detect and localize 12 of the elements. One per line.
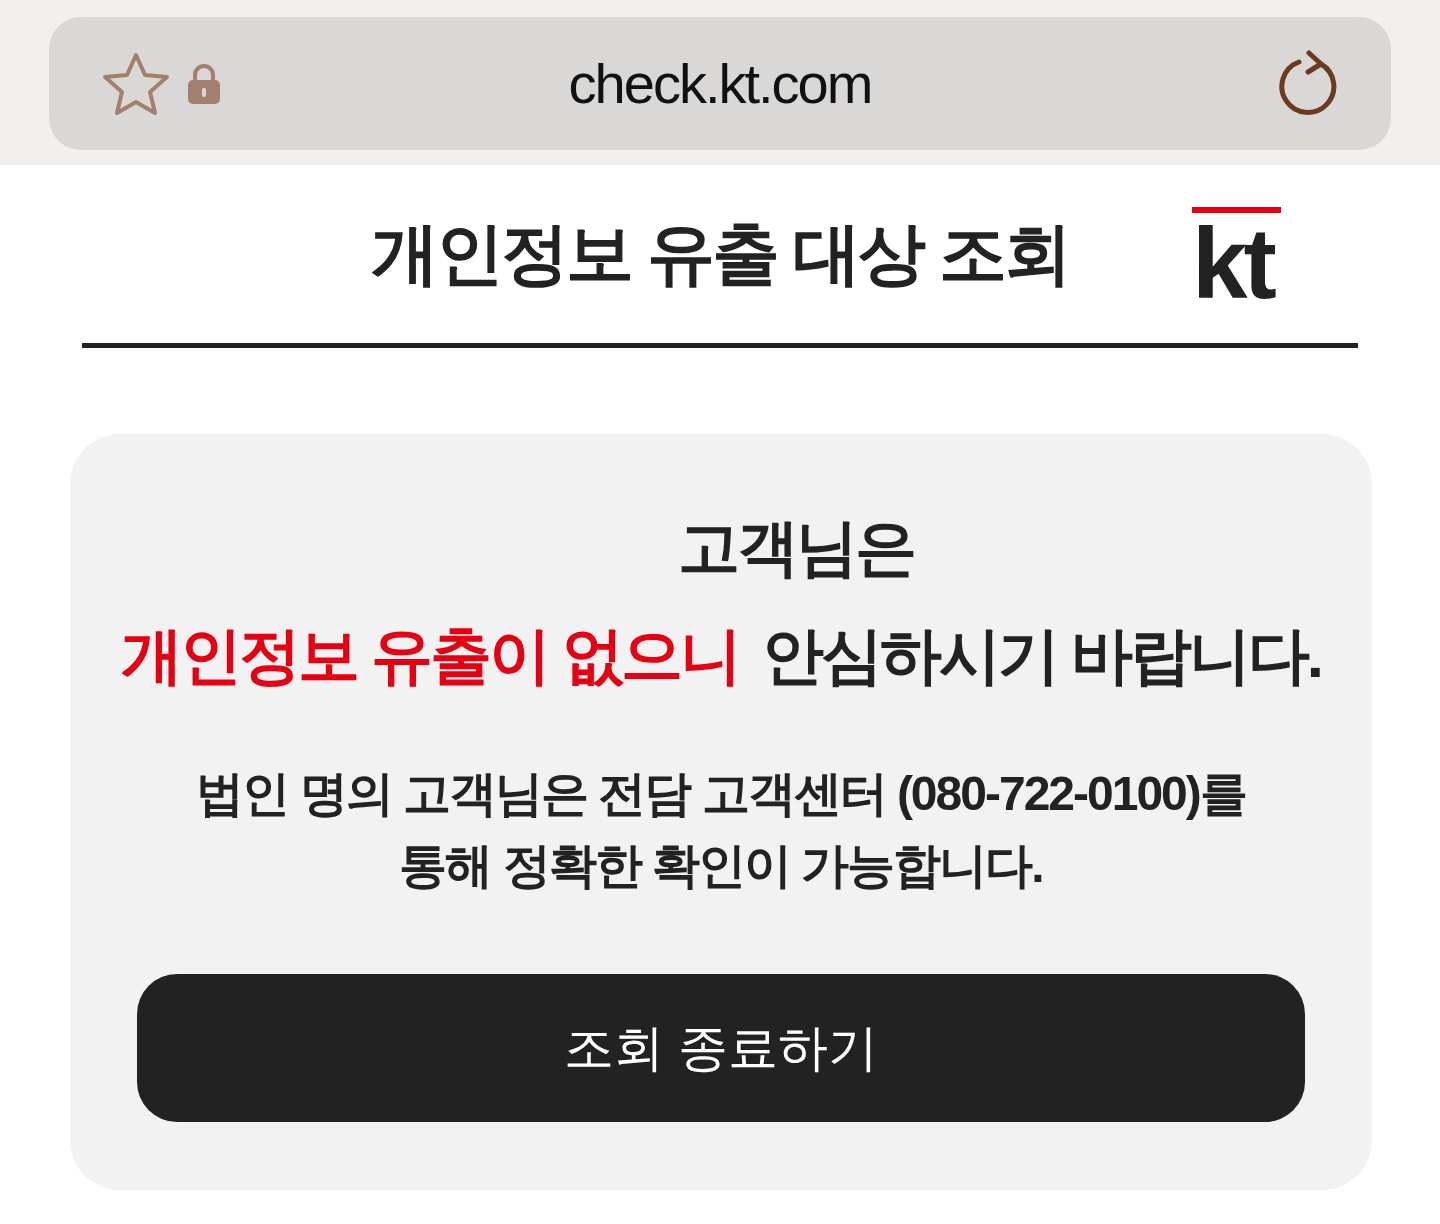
url-text[interactable]: check.kt.com xyxy=(568,51,872,116)
star-icon[interactable] xyxy=(101,50,171,117)
close-inquiry-button[interactable]: 조회 종료하기 xyxy=(137,974,1305,1122)
reload-icon[interactable] xyxy=(1277,49,1339,118)
message-text: 안심하시기 바랍니다. xyxy=(761,620,1321,692)
kt-logo: kt xyxy=(1192,207,1281,319)
page-title: 개인정보 유출 대상 조회 xyxy=(371,213,1069,293)
greeting-text: 고객님은 xyxy=(678,512,914,584)
highlight-text: 개인정보 유출이 없으니 xyxy=(121,620,740,692)
address-bar[interactable]: check.kt.com xyxy=(49,17,1391,150)
lock-icon xyxy=(187,62,221,105)
detail-text: 법인 명의 고객님은 전담 고객센터 (080-722-0100)를 통해 정확한 확인이 가능합니다. xyxy=(195,766,1247,894)
